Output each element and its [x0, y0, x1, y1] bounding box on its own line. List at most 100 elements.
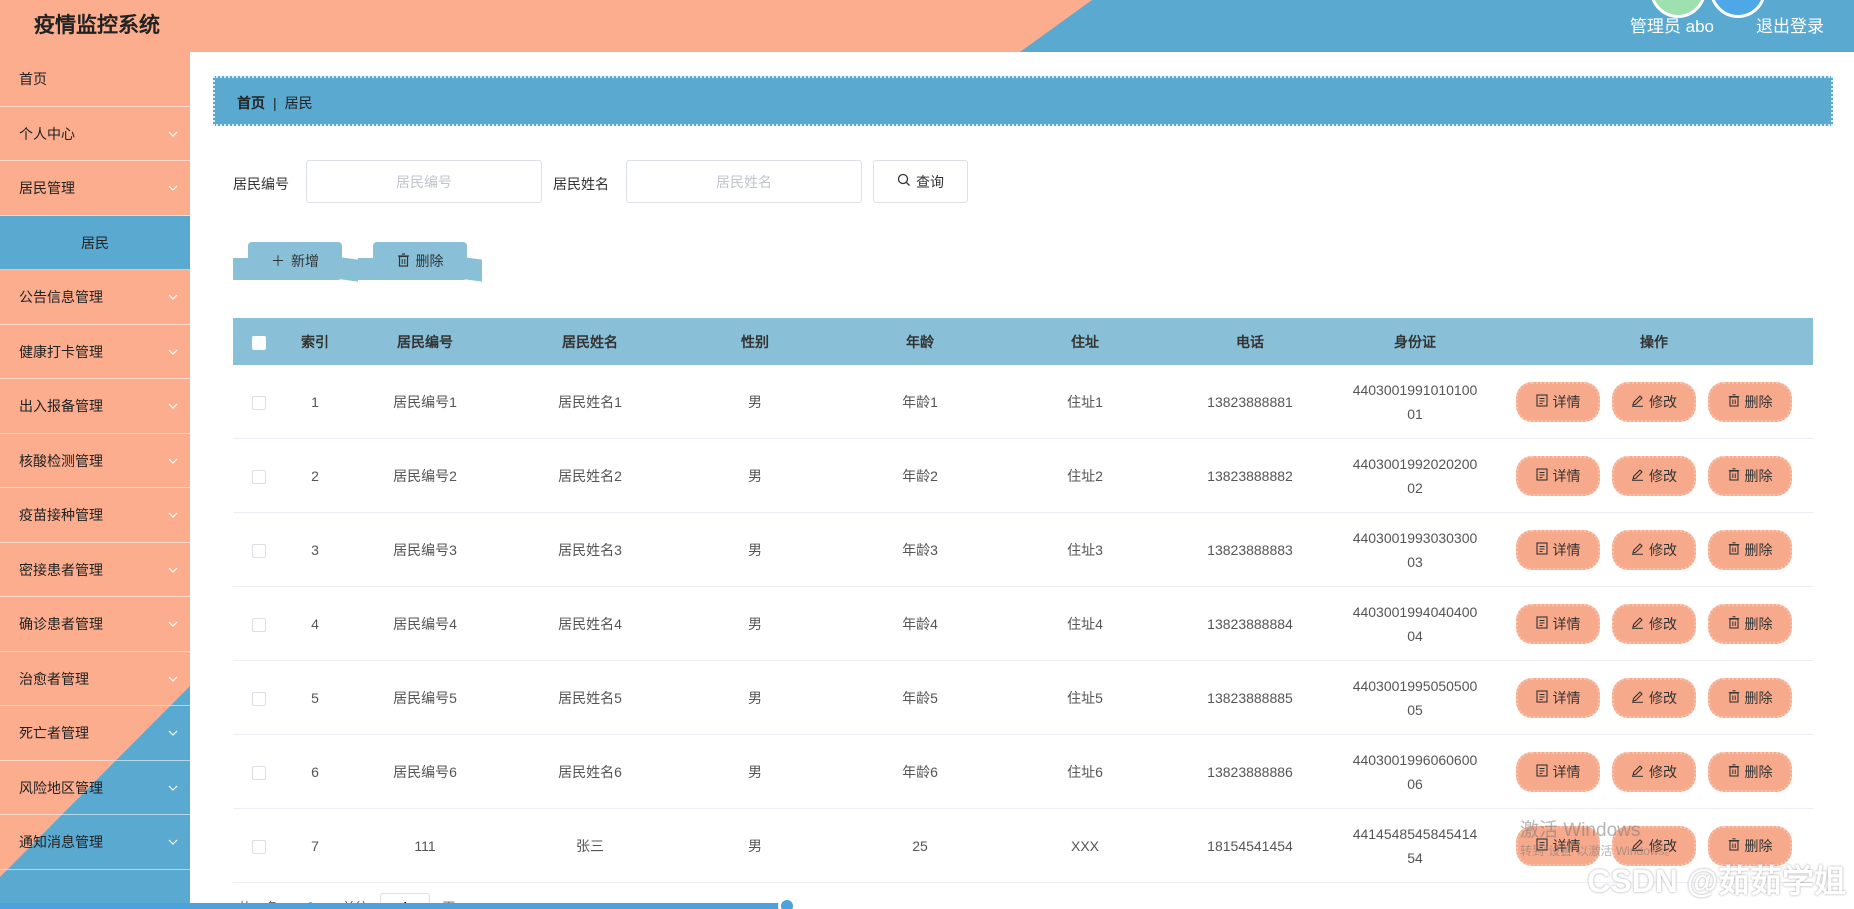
breadcrumb-home[interactable]: 首页	[237, 95, 265, 111]
detail-button-label: 详情	[1552, 541, 1581, 558]
sidebar-item-4[interactable]: 公告信息管理	[0, 270, 190, 325]
edit-button[interactable]: 修改	[1612, 529, 1696, 570]
cell-phone: 13823888881	[1207, 393, 1293, 410]
resident-code-label: 居民编号	[233, 176, 289, 192]
sidebar-menu: 首页 个人中心居民管理居民公告信息管理 健康打卡管理 出入报备管理核酸检测管理疫苗接种…	[0, 52, 190, 870]
scrollbar-thumb[interactable]	[778, 897, 796, 909]
cell-phone: 13823888885	[1207, 689, 1293, 706]
detail-button[interactable]: 详情	[1516, 751, 1600, 792]
edit-button-label: 修改	[1649, 393, 1677, 410]
header-code: 居民编号	[397, 333, 453, 350]
batch-delete-label: 删除	[415, 253, 444, 269]
cell-name: 居民姓名1	[558, 393, 622, 410]
delete-button-label: 删除	[1744, 763, 1773, 780]
resident-name-input[interactable]	[626, 160, 862, 203]
sidebar-item-label: 风险地区管理	[19, 779, 103, 796]
header-index: 索引	[301, 333, 329, 350]
cell-id-card: 440300199202020002	[1352, 455, 1478, 496]
sidebar-item-6[interactable]: 出入报备管理	[0, 379, 190, 434]
cell-phone: 13823888882	[1207, 467, 1293, 484]
cell-age: 年龄6	[902, 763, 938, 780]
cell-address: 住址1	[1067, 393, 1103, 410]
trash-icon	[1728, 615, 1740, 632]
sidebar-item-11[interactable]: 治愈者管理	[0, 652, 190, 706]
edit-button[interactable]: 修改	[1612, 603, 1696, 644]
cell-address: 住址6	[1067, 763, 1103, 780]
row-checkbox[interactable]	[252, 765, 266, 780]
cell-sex: 男	[748, 393, 762, 410]
delete-button-label: 删除	[1744, 467, 1773, 484]
chevron-down-icon	[168, 815, 178, 869]
delete-button[interactable]: 删除	[1708, 529, 1792, 570]
query-button[interactable]: 查询	[873, 160, 968, 203]
cell-id-card: 440300199606060006	[1352, 751, 1478, 792]
cell-code: 居民编号6	[393, 763, 457, 780]
cell-index: 4	[311, 615, 319, 632]
sidebar-item-3[interactable]: 居民	[0, 215, 190, 270]
table-body: 1 居民编号1 居民姓名1 男 年龄1 住址1 13823888881 44030019910…	[233, 365, 1813, 883]
cell-name: 居民姓名6	[558, 763, 622, 780]
edit-button-label: 修改	[1649, 467, 1677, 484]
resident-code-input[interactable]	[306, 160, 542, 203]
detail-button[interactable]: 详情	[1516, 455, 1600, 496]
delete-button[interactable]: 删除	[1708, 455, 1792, 496]
query-button-label: 查询	[916, 173, 944, 190]
sidebar-item-12[interactable]: 死亡者管理	[0, 706, 190, 761]
sidebar-item-label: 居民管理	[19, 180, 75, 196]
sidebar-item-2[interactable]: 居民管理	[0, 161, 190, 216]
sidebar-item-label: 核酸检测管理	[19, 452, 103, 469]
sidebar-item-10[interactable]: 确诊患者管理	[0, 597, 190, 652]
sidebar-item-8[interactable]: 疫苗接种管理	[0, 488, 190, 543]
add-button[interactable]: ＋ 新增	[248, 242, 342, 280]
select-all-cell	[233, 333, 285, 350]
row-checkbox[interactable]	[252, 469, 266, 484]
delete-button[interactable]: 删除	[1708, 381, 1792, 422]
delete-button-label: 删除	[1744, 837, 1773, 854]
detail-button[interactable]: 详情	[1516, 529, 1600, 570]
sidebar-item-label: 确诊患者管理	[19, 616, 103, 632]
cell-index: 5	[311, 689, 319, 706]
edit-button[interactable]: 修改	[1612, 677, 1696, 718]
chevron-down-icon	[168, 434, 178, 488]
document-icon	[1535, 541, 1548, 558]
sidebar-item-13[interactable]: 风险地区管理	[0, 761, 190, 815]
chevron-down-icon	[168, 706, 178, 760]
edit-button[interactable]: 修改	[1612, 751, 1696, 792]
row-checkbox[interactable]	[252, 543, 266, 558]
sidebar-item-0[interactable]: 首页	[0, 52, 190, 107]
delete-button[interactable]: 删除	[1708, 677, 1792, 718]
row-checkbox[interactable]	[252, 839, 266, 854]
sidebar-item-14[interactable]: 通知消息管理	[0, 815, 190, 870]
horizontal-scrollbar[interactable]	[0, 903, 795, 909]
row-checkbox[interactable]	[252, 395, 266, 410]
delete-button[interactable]: 删除	[1708, 751, 1792, 792]
sidebar-item-1[interactable]: 个人中心	[0, 107, 190, 161]
batch-delete-button[interactable]: 删除	[373, 242, 467, 280]
edit-button[interactable]: 修改	[1612, 455, 1696, 496]
cell-age: 年龄3	[902, 541, 938, 558]
cell-code: 居民编号5	[393, 689, 457, 706]
breadcrumb-separator: |	[273, 95, 277, 111]
logout-link[interactable]: 退出登录	[1756, 12, 1824, 37]
select-all-checkbox[interactable]	[252, 335, 266, 350]
edit-button[interactable]: 修改	[1612, 381, 1696, 422]
detail-button[interactable]: 详情	[1516, 603, 1600, 644]
detail-button-label: 详情	[1552, 615, 1581, 632]
cell-id-card: 441454854584541454	[1352, 825, 1478, 866]
sidebar-item-label: 居民	[81, 234, 109, 251]
detail-button[interactable]: 详情	[1516, 677, 1600, 718]
sidebar-item-5[interactable]: 健康打卡管理	[0, 325, 190, 379]
row-checkbox[interactable]	[252, 691, 266, 706]
detail-button[interactable]: 详情	[1516, 381, 1600, 422]
pencil-icon	[1631, 616, 1644, 632]
delete-button[interactable]: 删除	[1708, 603, 1792, 644]
trash-icon	[1728, 763, 1740, 780]
pencil-icon	[1631, 542, 1644, 558]
windows-activation-watermark: 激活 Windows 转到"设置"以激活 Windows。	[1520, 815, 1677, 859]
row-select-cell	[233, 467, 285, 484]
table-header: 索引 居民编号 居民姓名 性别 年龄 住址 电话 身份证 操作	[233, 318, 1813, 365]
row-checkbox[interactable]	[252, 617, 266, 632]
sidebar-item-7[interactable]: 核酸检测管理	[0, 434, 190, 488]
edit-button-label: 修改	[1649, 689, 1677, 706]
sidebar-item-9[interactable]: 密接患者管理	[0, 543, 190, 597]
